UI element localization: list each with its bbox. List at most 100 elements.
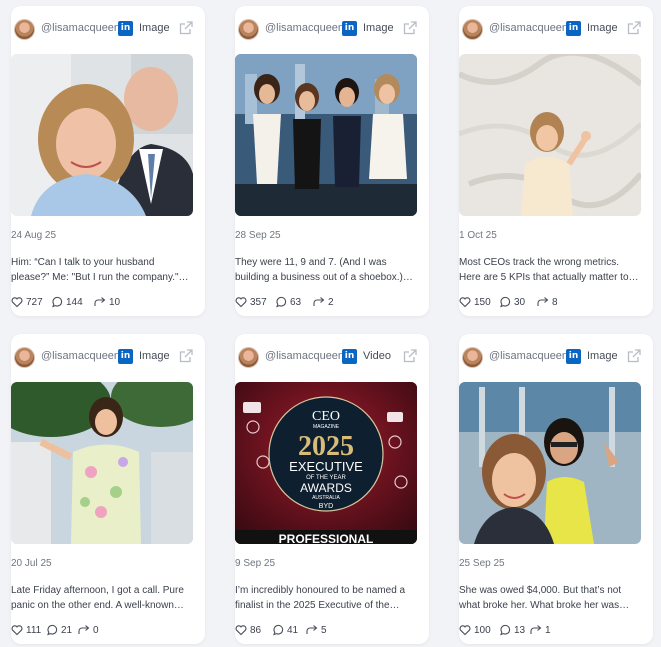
shares-count: 10 <box>109 296 121 308</box>
likes-count: 357 <box>250 296 267 308</box>
post-video[interactable]: CEO MAGAZINE 2025 EXECUTIVE OF THE YEAR … <box>235 382 417 544</box>
likes-stat: 727 <box>11 294 43 310</box>
post-card[interactable]: @lisamacqueen in Image 28 Sep 25 They we… <box>235 6 429 316</box>
external-link-icon[interactable] <box>179 21 193 35</box>
magazine-name: CEO <box>312 409 340 424</box>
heart-icon <box>459 297 471 308</box>
heart-icon <box>459 625 471 636</box>
avatar <box>238 347 259 368</box>
likes-count: 150 <box>474 296 491 308</box>
post-caption[interactable]: Late Friday afternoon, I got a call. Pur… <box>11 583 193 613</box>
caption-line: Late Friday afternoon, I got a call. Pur… <box>11 585 184 596</box>
post-card[interactable]: @lisamacqueen in Video CEO MAGAZINE 2025 <box>235 334 429 644</box>
post-card[interactable]: @lisamacqueen in Image 1 Oct 25 Most CEO… <box>459 6 653 316</box>
comments-count: 41 <box>287 624 299 636</box>
post-date: 1 Oct 25 <box>459 230 497 241</box>
comment-icon <box>500 624 511 636</box>
author-handle: @lisamacqueen <box>41 22 121 34</box>
post-type-label: Image <box>139 22 170 34</box>
external-link-icon[interactable] <box>403 349 417 363</box>
comments-count: 144 <box>66 296 83 308</box>
engagement-stats: 111 21 0 <box>11 622 193 638</box>
external-link-icon[interactable] <box>179 349 193 363</box>
author-handle: @lisamacqueen <box>265 22 345 34</box>
post-type-label: Image <box>139 350 170 362</box>
post-caption[interactable]: Most CEOs track the wrong metrics. Here … <box>459 255 641 285</box>
comments-stat: 21 <box>46 622 72 638</box>
award-year: 2025 <box>298 431 354 462</box>
likes-stat: 357 <box>235 294 267 310</box>
portrait-photo <box>459 54 641 216</box>
shares-stat: 0 <box>78 622 99 638</box>
avatar <box>14 347 35 368</box>
post-caption[interactable]: She was owed $4,000. But that’s not what… <box>459 583 641 613</box>
share-icon <box>306 625 318 634</box>
post-card[interactable]: @lisamacqueen in Image 24 Aug 25 Him: “C… <box>11 6 205 316</box>
post-caption[interactable]: Him: “Can I talk to your husband please?… <box>11 255 193 285</box>
linkedin-icon: in <box>118 21 133 36</box>
shares-stat: 8 <box>537 294 558 310</box>
likes-stat: 150 <box>459 294 491 310</box>
engagement-stats: 357 63 2 <box>235 294 417 310</box>
engagement-stats: 727 144 10 <box>11 294 193 310</box>
shares-count: 5 <box>321 624 327 636</box>
caption-line: She was owed $4,000. But that’s not <box>459 585 622 596</box>
avatar <box>462 347 483 368</box>
linkedin-icon: in <box>566 21 581 36</box>
avatar <box>238 19 259 40</box>
post-date: 25 Sep 25 <box>459 558 505 569</box>
comments-count: 30 <box>514 296 526 308</box>
share-icon <box>537 297 549 306</box>
caption-line: Here are 5 KPIs that actually matter to… <box>459 272 639 283</box>
post-image[interactable] <box>459 382 641 544</box>
post-image[interactable] <box>11 382 193 544</box>
post-date: 24 Aug 25 <box>11 230 57 241</box>
comments-stat: 63 <box>275 294 301 310</box>
post-caption[interactable]: They were 11, 9 and 7. (And I was buildi… <box>235 255 417 285</box>
post-caption[interactable]: I’m incredibly honoured to be named a fi… <box>235 583 417 613</box>
external-link-icon[interactable] <box>627 349 641 363</box>
card-header: @lisamacqueen in Video <box>235 334 429 382</box>
post-image[interactable] <box>235 54 417 216</box>
caption-line: please?” Me: "But I run the company."… <box>11 272 189 283</box>
comments-stat: 13 <box>499 622 525 638</box>
sponsor-logo: BYD <box>319 503 333 510</box>
post-date: 28 Sep 25 <box>235 230 281 241</box>
external-link-icon[interactable] <box>403 21 417 35</box>
caption-line: Him: “Can I talk to your husband <box>11 257 155 268</box>
linkedin-icon: in <box>342 349 357 364</box>
category-banner: PROFESSIONAL <box>279 532 374 544</box>
comments-count: 63 <box>290 296 302 308</box>
caption-line: finalist in the 2025 Executive of the… <box>235 600 400 611</box>
author-handle: @lisamacqueen <box>41 350 121 362</box>
share-icon <box>313 297 325 306</box>
group-photo <box>235 54 417 216</box>
post-card[interactable]: @lisamacqueen in Image 20 Jul 25 Late Fr… <box>11 334 205 644</box>
avatar <box>14 19 35 40</box>
shares-stat: 2 <box>313 294 334 310</box>
award-graphic: CEO MAGAZINE 2025 EXECUTIVE OF THE YEAR … <box>235 382 417 544</box>
heart-icon <box>11 625 23 636</box>
post-card[interactable]: @lisamacqueen in Image 25 Sep 25 She was… <box>459 334 653 644</box>
post-type-label: Image <box>363 22 394 34</box>
card-header: @lisamacqueen in Image <box>459 334 653 382</box>
office-selfie-photo <box>459 382 641 544</box>
caption-line: building a business out of a shoebox.)… <box>235 272 413 283</box>
award-location: AUSTRALIA <box>312 495 340 501</box>
magazine-subtitle: MAGAZINE <box>313 424 340 430</box>
post-image[interactable] <box>459 54 641 216</box>
caption-line: panic on the other end. A well-known… <box>11 600 184 611</box>
avatar <box>462 19 483 40</box>
comments-stat: 144 <box>51 294 83 310</box>
share-icon <box>78 625 90 634</box>
linkedin-icon: in <box>118 349 133 364</box>
comment-icon <box>276 296 287 308</box>
author-handle: @lisamacqueen <box>489 350 569 362</box>
post-image[interactable] <box>11 54 193 216</box>
engagement-stats: 100 13 1 <box>459 622 641 638</box>
comments-count: 21 <box>61 624 73 636</box>
post-type-label: Image <box>587 22 618 34</box>
linkedin-icon: in <box>342 21 357 36</box>
shares-count: 1 <box>545 624 551 636</box>
external-link-icon[interactable] <box>627 21 641 35</box>
